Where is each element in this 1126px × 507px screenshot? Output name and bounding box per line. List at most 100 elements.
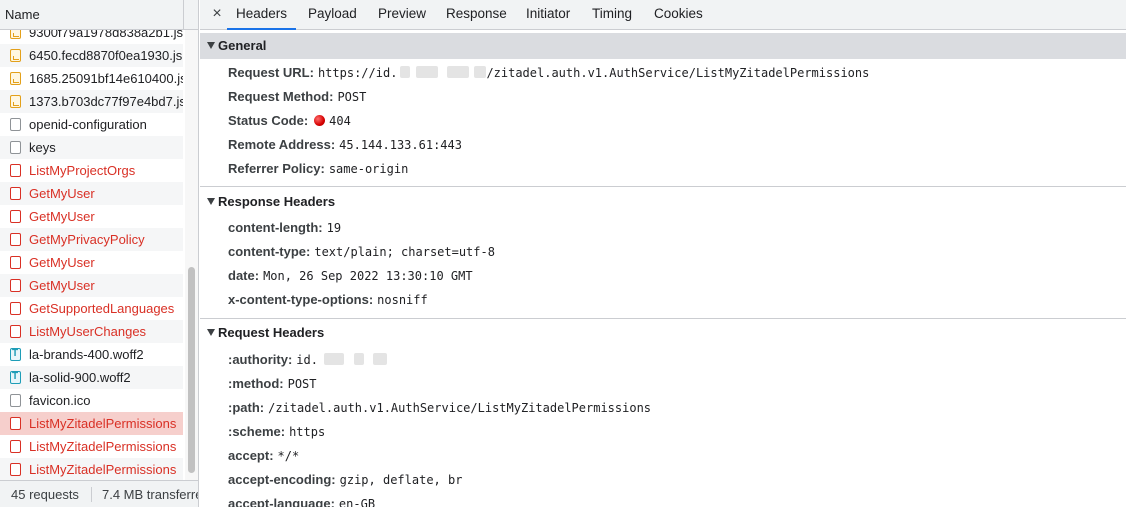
request-row[interactable]: GetMyUser bbox=[0, 251, 183, 274]
request-header-row: :method: POST bbox=[228, 376, 317, 398]
tab-timing[interactable]: Timing bbox=[592, 0, 632, 30]
request-details-panel: × Headers Payload Preview Response Initi… bbox=[200, 0, 1126, 507]
header-value: */* bbox=[277, 449, 300, 463]
expand-triangle-icon bbox=[207, 198, 215, 205]
header-value: https bbox=[289, 425, 326, 439]
header-value: same-origin bbox=[328, 162, 409, 176]
request-row[interactable]: ListMyUserChanges bbox=[0, 320, 183, 343]
request-row[interactable]: GetSupportedLanguages bbox=[0, 297, 183, 320]
header-key: :path: bbox=[228, 400, 265, 415]
expand-triangle-icon bbox=[207, 42, 215, 49]
header-key: accept-encoding: bbox=[228, 472, 336, 487]
header-key: content-type: bbox=[228, 244, 311, 259]
details-tab-bar: × Headers Payload Preview Response Initi… bbox=[200, 0, 1126, 30]
request-headers-section-header[interactable]: Request Headers bbox=[200, 320, 1126, 346]
tab-response[interactable]: Response bbox=[446, 0, 507, 30]
name-column-label: Name bbox=[5, 7, 40, 22]
header-key: Request URL: bbox=[228, 65, 314, 80]
header-value: POST bbox=[337, 90, 367, 104]
document-file-icon bbox=[10, 118, 21, 131]
request-header-row: accept-encoding: gzip, deflate, br bbox=[228, 472, 462, 494]
header-key: :scheme: bbox=[228, 424, 286, 439]
tab-headers[interactable]: Headers bbox=[227, 0, 297, 30]
script-file-icon bbox=[10, 95, 21, 108]
header-value: /zitadel.auth.v1.AuthService/ListMyZitad… bbox=[268, 401, 652, 415]
response-header-row: x-content-type-options: nosniff bbox=[228, 292, 428, 314]
header-value: gzip, deflate, br bbox=[339, 473, 463, 487]
request-method-row: Request Method: POST bbox=[228, 89, 366, 111]
header-key: accept-language: bbox=[228, 496, 335, 507]
status-code-row: Status Code: 404 bbox=[228, 113, 351, 135]
response-header-row: content-type: text/plain; charset=utf-8 bbox=[228, 244, 495, 266]
close-icon[interactable]: × bbox=[209, 5, 225, 23]
request-row[interactable]: la-brands-400.woff2 bbox=[0, 343, 183, 366]
request-row[interactable]: favicon.ico bbox=[0, 389, 183, 412]
scrollbar-thumb[interactable] bbox=[188, 267, 195, 473]
request-row[interactable]: 6450.fecd8870f0ea1930.js bbox=[0, 44, 183, 67]
tab-payload[interactable]: Payload bbox=[308, 0, 357, 30]
request-header-row: accept: */* bbox=[228, 448, 299, 470]
request-url-path: /zitadel.auth.v1.AuthService/ListMyZitad… bbox=[486, 66, 870, 80]
header-key: x-content-type-options: bbox=[228, 292, 374, 307]
tab-initiator[interactable]: Initiator bbox=[526, 0, 570, 30]
header-value: id. bbox=[296, 353, 318, 367]
request-row[interactable]: GetMyPrivacyPolicy bbox=[0, 228, 183, 251]
request-row[interactable]: 9300f79a1978d838a2b1.js bbox=[0, 30, 183, 44]
status-error-dot-icon bbox=[314, 115, 326, 126]
request-row[interactable]: 1373.b703dc77f97e4bd7.js bbox=[0, 90, 183, 113]
failed-request-icon bbox=[10, 302, 21, 315]
request-row[interactable]: openid-configuration bbox=[0, 113, 183, 136]
failed-request-icon bbox=[10, 256, 21, 269]
status-code-value: 404 bbox=[329, 114, 351, 128]
header-key: :method: bbox=[228, 376, 284, 391]
request-row[interactable]: GetMyUser bbox=[0, 182, 183, 205]
request-row[interactable]: GetMyUser bbox=[0, 205, 183, 228]
failed-request-icon bbox=[10, 210, 21, 223]
request-url-prefix: https://id. bbox=[317, 66, 398, 80]
tab-cookies[interactable]: Cookies bbox=[654, 0, 703, 30]
section-divider bbox=[200, 318, 1126, 319]
request-row-selected[interactable]: ListMyZitadelPermissions bbox=[0, 412, 183, 435]
redacted-block bbox=[447, 66, 470, 78]
redacted-block bbox=[474, 66, 487, 78]
script-file-icon bbox=[10, 49, 21, 62]
column-divider[interactable] bbox=[183, 0, 184, 30]
response-headers-section-header[interactable]: Response Headers bbox=[200, 189, 1126, 215]
request-url-row: Request URL: https://id. /zitadel.auth.v1.… bbox=[228, 65, 869, 87]
tab-preview[interactable]: Preview bbox=[378, 0, 426, 30]
request-row[interactable]: ListMyProjectOrgs bbox=[0, 159, 183, 182]
header-value: en-GB bbox=[338, 497, 376, 507]
document-file-icon bbox=[10, 394, 21, 407]
request-list: 9300f79a1978d838a2b1.js 6450.fecd8870f0e… bbox=[0, 30, 183, 480]
status-bar: 45 requests 7.4 MB transferred bbox=[0, 480, 198, 507]
header-key: Referrer Policy: bbox=[228, 161, 325, 176]
request-row[interactable]: la-solid-900.woff2 bbox=[0, 366, 183, 389]
section-title: Request Headers bbox=[218, 325, 325, 340]
redacted-block bbox=[416, 66, 439, 78]
request-header-row: accept-language: en-GB bbox=[228, 496, 375, 507]
redacted-block bbox=[323, 353, 344, 365]
response-header-row: date: Mon, 26 Sep 2022 13:30:10 GMT bbox=[228, 268, 473, 290]
section-title: General bbox=[218, 38, 267, 53]
header-value: POST bbox=[287, 377, 317, 391]
failed-request-icon bbox=[10, 164, 21, 177]
request-row[interactable]: ListMyZitadelPermissions bbox=[0, 435, 183, 458]
expand-triangle-icon bbox=[207, 329, 215, 336]
request-row[interactable]: 1685.25091bf14e610400.js bbox=[0, 67, 183, 90]
referrer-policy-row: Referrer Policy: same-origin bbox=[228, 161, 408, 183]
failed-request-icon bbox=[10, 233, 21, 246]
response-header-row: content-length: 19 bbox=[228, 220, 341, 242]
header-key: Remote Address: bbox=[228, 137, 336, 152]
request-row[interactable]: ListMyZitadelPermissions bbox=[0, 458, 183, 480]
document-file-icon bbox=[10, 141, 21, 154]
general-section-header[interactable]: General bbox=[200, 33, 1126, 59]
request-header-row: :path:/zitadel.auth.v1.AuthService/ListM… bbox=[228, 400, 651, 422]
header-key: Status Code: bbox=[228, 113, 309, 128]
request-row[interactable]: GetMyUser bbox=[0, 274, 183, 297]
request-row[interactable]: keys bbox=[0, 136, 183, 159]
name-column-header[interactable]: Name bbox=[0, 0, 198, 30]
header-key: accept: bbox=[228, 448, 274, 463]
redacted-block bbox=[372, 353, 387, 365]
request-list-scrollbar[interactable] bbox=[185, 30, 198, 480]
header-key: :authority: bbox=[228, 352, 293, 367]
